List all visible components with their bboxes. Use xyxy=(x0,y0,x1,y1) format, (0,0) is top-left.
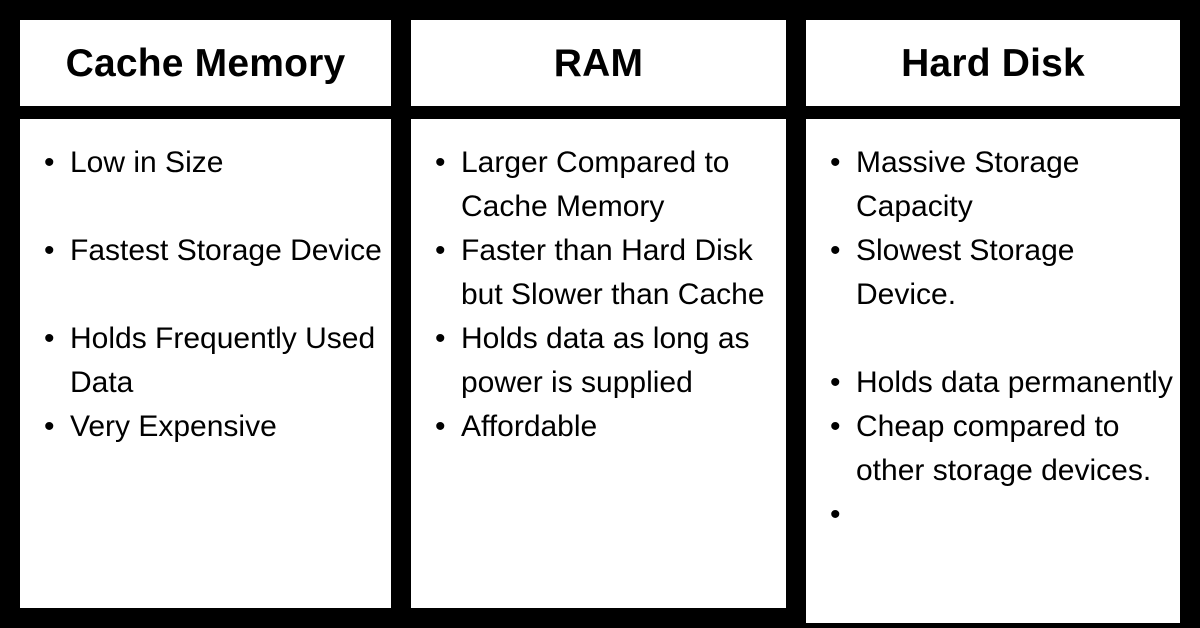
bullet-point-icon: • xyxy=(435,410,446,443)
bullet-point-icon: • xyxy=(830,234,841,267)
list-item-label: Low in Size xyxy=(70,146,224,179)
list-item-label: Holds data as long as power is supplied xyxy=(461,322,750,399)
bullet-point-icon: • xyxy=(435,146,446,179)
bullet-point-icon: • xyxy=(44,146,55,179)
column-header-title: Cache Memory xyxy=(65,41,346,85)
bullet-point-icon: • xyxy=(44,322,55,355)
bullet-list-ram: • Larger Compared to Cache Memory • Faster … xyxy=(411,141,786,449)
list-item: • Affordable xyxy=(411,405,786,449)
list-item-label: Very Expensive xyxy=(70,410,277,443)
list-item-label: Fastest Storage Device xyxy=(70,234,382,267)
list-item: • Faster than Hard Disk but Slower than C… xyxy=(411,229,786,317)
column-header-title: RAM xyxy=(553,41,644,85)
list-item: • Massive Storage Capacity xyxy=(806,141,1180,229)
column-ram: RAM • Larger Compared to Cache Memory • Fast… xyxy=(411,0,786,628)
list-item: • Holds data permanently xyxy=(806,361,1180,405)
column-header-hard-disk: Hard Disk xyxy=(806,20,1180,106)
bullet-list-hard-disk: • Massive Storage Capacity • Slowest Storag… xyxy=(806,141,1180,531)
column-hard-disk: Hard Disk • Massive Storage Capacity • Slowe… xyxy=(806,0,1180,628)
list-item-label: Cheap compared to other storage devices. xyxy=(856,410,1152,487)
column-header-cache-memory: Cache Memory xyxy=(20,20,391,106)
bullet-point-icon: • xyxy=(44,234,55,267)
column-body-cache-memory: • Low in Size • Fastest Storage Device • Hold… xyxy=(20,119,391,608)
list-item: • Cheap compared to other storage devices… xyxy=(806,405,1180,493)
column-cache-memory: Cache Memory • Low in Size • Fastest Storage… xyxy=(20,0,391,628)
list-item: • Holds Frequently Used Data xyxy=(20,317,391,405)
list-item-label: Holds data permanently xyxy=(856,366,1173,399)
bullet-point-icon: • xyxy=(830,410,841,443)
list-item: • Holds data as long as power is supplied xyxy=(411,317,786,405)
bullet-point-icon: • xyxy=(830,146,841,179)
bullet-point-icon: • xyxy=(435,234,446,267)
bullet-point-icon: • xyxy=(435,322,446,355)
list-item: • Very Expensive xyxy=(20,405,391,449)
column-body-hard-disk: • Massive Storage Capacity • Slowest Storag… xyxy=(806,119,1180,623)
column-header-title: Hard Disk xyxy=(901,41,1085,85)
list-item-label: Slowest Storage Device. xyxy=(856,234,1075,311)
list-item: • Low in Size xyxy=(20,141,391,185)
list-item: • Larger Compared to Cache Memory xyxy=(411,141,786,229)
list-item: • Fastest Storage Device xyxy=(20,229,391,273)
list-item-label: Massive Storage Capacity xyxy=(856,146,1080,223)
bullet-point-icon: • xyxy=(44,410,55,443)
comparison-table: Cache Memory • Low in Size • Fastest Storage… xyxy=(0,0,1200,628)
column-header-ram: RAM xyxy=(411,20,786,106)
list-item: • Slowest Storage Device. xyxy=(806,229,1180,317)
bullet-list-cache-memory: • Low in Size • Fastest Storage Device • Hold… xyxy=(20,141,391,449)
column-body-ram: • Larger Compared to Cache Memory • Faster … xyxy=(411,119,786,608)
list-item-label: Faster than Hard Disk but Slower than Ca… xyxy=(461,234,765,311)
bullet-point-icon: • xyxy=(830,498,841,531)
list-item-label: Holds Frequently Used Data xyxy=(70,322,376,399)
list-item-label: Affordable xyxy=(461,410,598,443)
list-item-label: Larger Compared to Cache Memory xyxy=(461,146,730,223)
bullet-point-icon: • xyxy=(830,366,841,399)
